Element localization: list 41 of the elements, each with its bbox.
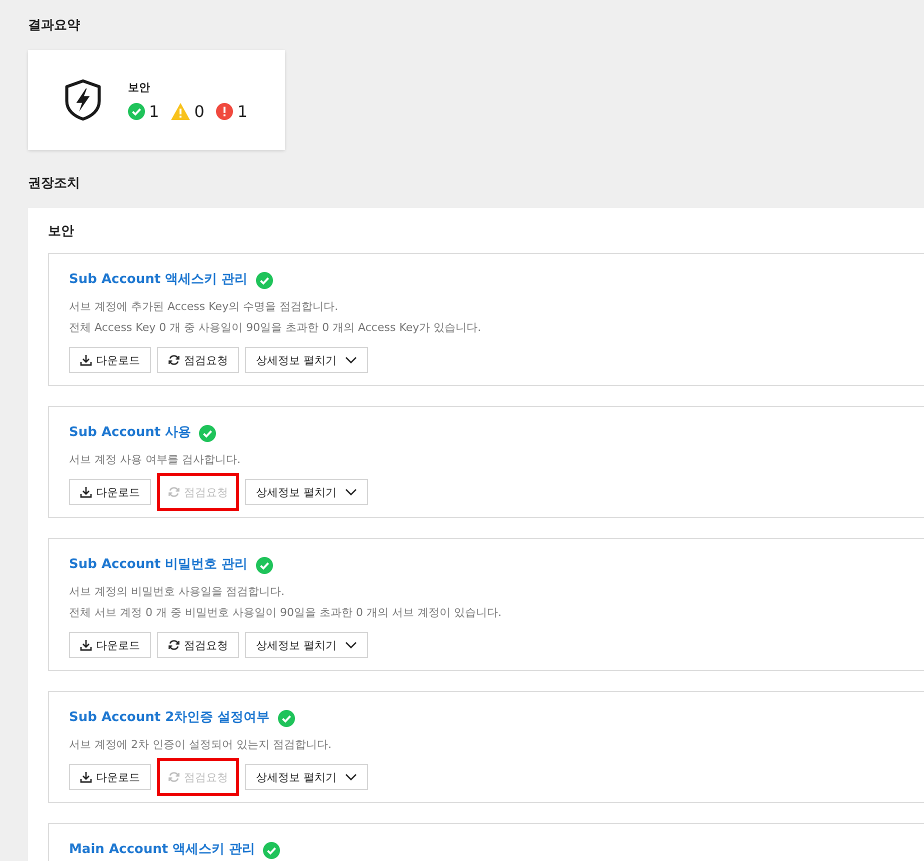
check-description: 전체 서브 계정 0 개 중 비밀번호 사용일이 90일을 초과한 0 개의 서브 계정이 있습니다. (69, 605, 502, 621)
check-title-link[interactable]: Sub Account 사용 (69, 423, 192, 443)
section-title: 권장조치 (28, 175, 81, 193)
check-description: 서브 계정에 추가된 Access Key의 수명을 점검합니다. (69, 299, 340, 315)
download-button[interactable]: 다운로드 (69, 347, 151, 373)
check-description: 서브 계정의 비밀번호 사용일을 점검합니다. (69, 584, 286, 600)
check-title-link[interactable]: Sub Account 액세스키 관리 (69, 270, 248, 290)
check-title-link[interactable]: Sub Account 2차인증 설정여부 (69, 708, 270, 728)
count-value: 1 (149, 102, 160, 120)
expand-button[interactable]: 상세정보 펼치기 (245, 632, 368, 658)
download-button[interactable]: 다운로드 (69, 764, 151, 790)
section-title: 결과요약 (28, 17, 81, 35)
expand-button[interactable]: 상세정보 펼치기 (245, 479, 368, 505)
chevron-down-icon (344, 356, 356, 364)
check-description: 서브 계정 사용 여부를 검사합니다. (69, 452, 242, 468)
refresh-icon (168, 354, 180, 366)
expand-button[interactable]: 상세정보 펼치기 (245, 764, 368, 790)
refresh-icon (168, 771, 180, 783)
download-button[interactable]: 다운로드 (69, 632, 151, 658)
check-description: 전체 Access Key 0 개 중 사용일이 90일을 초과한 0 개의 Access Key가 있습니다. (69, 320, 482, 336)
refresh-button[interactable]: 점검요청 (157, 632, 239, 658)
panel-title: 보안 (48, 223, 75, 241)
download-icon (80, 486, 92, 498)
chevron-down-icon (344, 488, 356, 496)
expand-button[interactable]: 상세정보 펼치기 (245, 347, 368, 373)
check-title-link[interactable]: Sub Account 비밀번호 관리 (69, 555, 248, 575)
count-value: 1 (237, 102, 248, 120)
chevron-down-icon (344, 773, 356, 781)
category-label: 보안 (128, 80, 151, 94)
download-icon (80, 771, 92, 783)
count-value: 0 (194, 102, 204, 120)
check-description: 서브 계정에 2차 인증이 설정되어 있는지 점검합니다. (69, 737, 332, 753)
refresh-button[interactable]: 점검요청 (157, 347, 239, 373)
refresh-icon (168, 639, 180, 651)
download-icon (80, 354, 92, 366)
shield-lightning-icon (62, 78, 104, 122)
refresh-icon (168, 486, 180, 498)
chevron-down-icon (344, 641, 356, 649)
download-icon (80, 639, 92, 651)
check-title-link[interactable]: Main Account 액세스키 관리 (69, 840, 256, 860)
download-button[interactable]: 다운로드 (69, 479, 151, 505)
